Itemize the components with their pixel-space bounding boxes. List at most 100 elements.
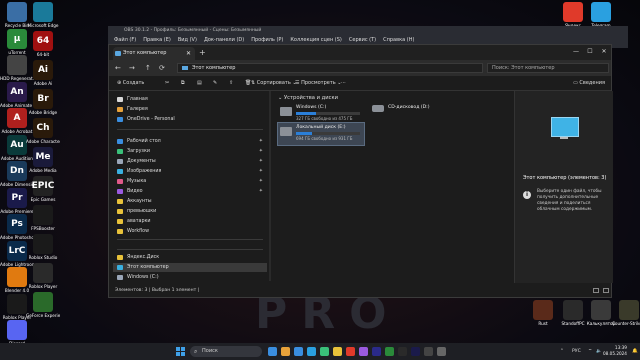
more-button[interactable]: ··· <box>341 78 346 88</box>
chevron-up-icon[interactable]: ⌃ <box>560 347 564 356</box>
pin-icon[interactable]: ✦ <box>259 157 263 166</box>
paste-icon[interactable]: ▤ <box>197 78 202 88</box>
app-icon <box>563 300 583 320</box>
nav-item[interactable]: Документы ✦ <box>113 157 267 166</box>
taskbar-app-icon[interactable] <box>398 347 407 356</box>
folder-icon <box>117 219 123 224</box>
clock[interactable]: 13:39 08.05.2024 <box>603 345 627 357</box>
nav-item[interactable]: Загрузки ✦ <box>113 147 267 156</box>
folder-icon <box>117 189 123 194</box>
app-icon: LrC <box>7 240 27 261</box>
search-input[interactable]: Поиск: Этот компьютер <box>487 63 609 73</box>
nav-item[interactable]: аватарки <box>113 217 267 226</box>
forward-arrow-icon[interactable]: → <box>129 63 135 73</box>
desktop-icon[interactable]: GeForce Experience <box>26 292 60 328</box>
tiles-view-icon[interactable] <box>603 288 609 293</box>
desktop-icon[interactable]: Rust <box>528 300 558 336</box>
maximize-button[interactable]: ☐ <box>583 45 597 58</box>
nav-item[interactable]: Галерея <box>113 105 267 114</box>
taskbar-app-icon[interactable] <box>411 347 420 356</box>
app-icon: 64 <box>33 31 53 51</box>
network-icon[interactable]: ⌔ <box>588 347 592 356</box>
minimize-button[interactable]: — <box>569 45 583 58</box>
nav-item[interactable]: Яндекс.Диск <box>113 253 267 262</box>
sort-button[interactable]: ⇅ Сортировать ⌄ <box>251 78 297 88</box>
desktop-icon-label: 64-bit <box>36 52 50 57</box>
app-icon: Ch <box>33 118 53 138</box>
notification-bell-icon[interactable]: 🔔 <box>632 347 638 356</box>
taskbar-app-icon[interactable] <box>281 347 290 356</box>
nav-item[interactable]: Главная <box>113 95 267 104</box>
nav-item[interactable]: Видео ✦ <box>113 187 267 196</box>
nav-scrollbar[interactable] <box>269 91 271 281</box>
address-bar[interactable]: Этот компьютер <box>177 63 483 73</box>
details-button[interactable]: ▭ Сведения <box>573 78 605 88</box>
nav-item-label: Галерея <box>127 107 148 112</box>
app-icon: A <box>7 108 27 128</box>
pin-icon[interactable]: ✦ <box>259 167 263 176</box>
monitor-stand <box>560 137 568 139</box>
pane-title: Этот компьютер (элементов: 3) <box>523 175 607 181</box>
drive-tile[interactable]: Windows (C:) 327 ГБ свободно из 475 ГБ <box>278 103 364 125</box>
taskbar-app-icon[interactable] <box>359 347 368 356</box>
cut-icon[interactable]: ✂ <box>165 78 169 88</box>
nav-item[interactable]: Workflow <box>113 227 267 236</box>
nav-item[interactable]: Windows (C:) <box>113 273 267 282</box>
desktop-icon[interactable]: Калькулятор <box>586 300 616 336</box>
pin-icon[interactable]: ✦ <box>259 137 263 146</box>
nav-item-label: Windows (C:) <box>127 275 159 280</box>
taskbar-app-icon[interactable] <box>437 347 446 356</box>
refresh-icon[interactable]: ⟳ <box>159 63 165 73</box>
desktop-icon[interactable]: Counter-Strike 2 <box>612 300 640 336</box>
nav-item[interactable]: Рабочий стол ✦ <box>113 137 267 146</box>
nav-item[interactable]: Изображения ✦ <box>113 167 267 176</box>
nav-item[interactable]: Этот компьютер <box>113 263 267 272</box>
folder-icon <box>117 97 123 102</box>
close-window-button[interactable]: ✕ <box>597 45 611 58</box>
up-arrow-icon[interactable]: ↑ <box>145 63 151 73</box>
group-header[interactable]: ⌄ Устройства и диски <box>278 95 338 101</box>
taskbar-app-icon[interactable] <box>307 347 316 356</box>
create-button[interactable]: ⊕ Создать <box>117 78 144 88</box>
nav-item[interactable]: OneDrive - Personal <box>113 115 267 124</box>
taskbar-search[interactable]: ⌕ Поиск <box>190 346 262 357</box>
share-icon[interactable]: ⇪ <box>229 78 233 88</box>
taskbar-app-icon[interactable] <box>424 347 433 356</box>
nav-item[interactable]: Аккаунты <box>113 197 267 206</box>
taskbar-app-icon[interactable] <box>333 347 342 356</box>
folder-icon <box>117 255 123 260</box>
taskbar-app-icon[interactable] <box>268 347 277 356</box>
taskbar-app-icon[interactable] <box>320 347 329 356</box>
details-view-icon[interactable] <box>593 288 599 293</box>
tab-this-pc[interactable]: Этот компьютер ✕ <box>113 47 195 60</box>
drive-usage-fill <box>296 112 316 115</box>
taskbar-app-icon[interactable] <box>372 347 381 356</box>
status-text: Элементов: 3 | Выбран 1 элемент | <box>115 288 200 293</box>
nav-item[interactable]: превьюшки <box>113 207 267 216</box>
start-windows-icon[interactable] <box>176 347 185 356</box>
back-arrow-icon[interactable]: ← <box>115 63 121 73</box>
close-tab-icon[interactable]: ✕ <box>186 47 191 60</box>
volume-icon[interactable]: 🔈 <box>596 347 602 356</box>
new-tab-button[interactable]: + <box>199 47 206 59</box>
taskbar-app-icon[interactable] <box>294 347 303 356</box>
nav-item-label: Аккаунты <box>127 199 152 204</box>
folder-icon <box>117 117 123 122</box>
drive-tile[interactable]: Локальный диск (E:) 694 ГБ свободно из 93… <box>277 122 365 146</box>
pin-icon[interactable]: ✦ <box>259 177 263 186</box>
nav-item-label: OneDrive - Personal <box>127 117 175 122</box>
language-indicator[interactable]: РУС <box>572 347 581 356</box>
taskbar-app-icon[interactable] <box>385 347 394 356</box>
command-bar: ⊕ Создать ✂ ⧉ ▤ ✎ ⇪ 🗑 ⇅ Сортировать ⌄ ☰ … <box>109 76 611 91</box>
view-button[interactable]: ☰ Просмотреть ⌄ <box>295 78 341 88</box>
content-area: ⌄ Устройства и диски Windows (C:) 327 ГБ … <box>274 91 514 283</box>
copy-icon[interactable]: ⧉ <box>181 78 185 88</box>
taskbar-app-icon[interactable] <box>346 347 355 356</box>
desktop-icon-label: Microsoft Edge <box>27 23 59 28</box>
cd-drive[interactable]: CD-дисковод (D:) <box>372 105 430 112</box>
rename-icon[interactable]: ✎ <box>213 78 217 88</box>
pin-icon[interactable]: ✦ <box>259 187 263 196</box>
nav-item[interactable]: Музыка ✦ <box>113 177 267 186</box>
desktop-icon[interactable]: StandoffPC <box>558 300 588 336</box>
pin-icon[interactable]: ✦ <box>259 147 263 156</box>
